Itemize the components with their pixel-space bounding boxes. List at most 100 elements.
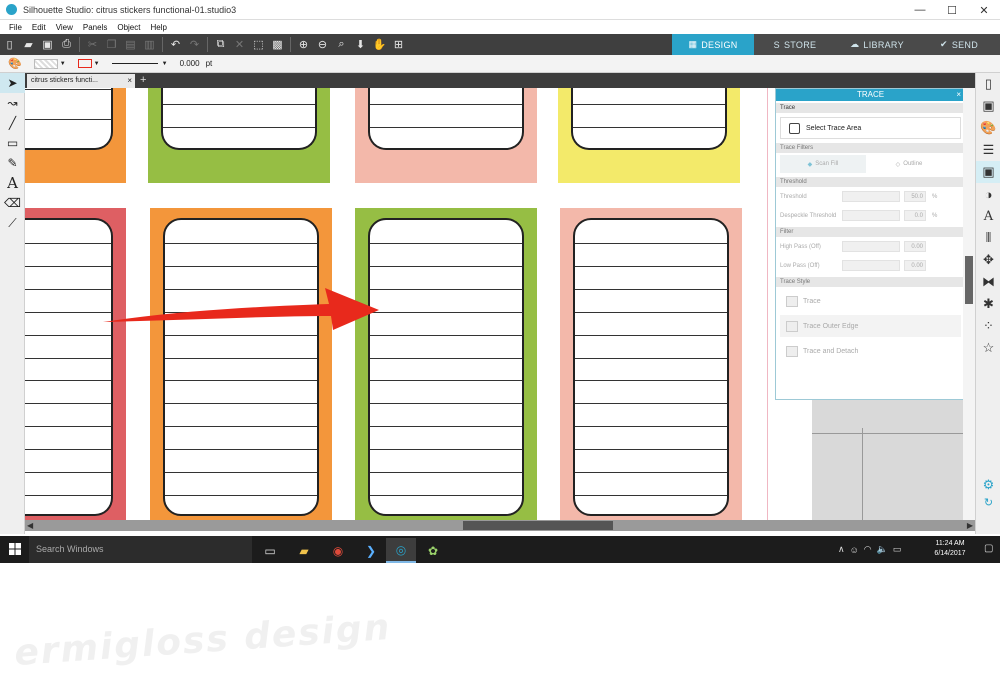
close-panel-icon[interactable]: × <box>956 89 961 101</box>
battery-icon[interactable]: ▭ <box>893 544 902 555</box>
vertical-scrollbar[interactable] <box>963 88 975 520</box>
minimize-button[interactable]: — <box>904 0 936 20</box>
powershell-icon[interactable]: ❯ <box>356 538 386 563</box>
menu-help[interactable]: Help <box>150 23 166 32</box>
volume-icon[interactable]: 🔈 <box>877 544 888 555</box>
undo-icon[interactable]: ↶ <box>166 35 185 54</box>
line-style-sample[interactable] <box>111 63 158 64</box>
despeckle-input[interactable]: 0.0 <box>904 210 926 221</box>
horizontal-scrollbar[interactable]: ◀ ▶ <box>25 520 975 531</box>
select-all-icon[interactable]: ⬚ <box>249 35 268 54</box>
copy-icon[interactable]: ❐ <box>102 35 121 54</box>
tab-design[interactable]: ▦ DESIGN <box>672 34 754 55</box>
tray-chevron-icon[interactable]: ∧ <box>838 544 845 555</box>
sticker-label[interactable] <box>25 88 126 183</box>
point-edit-icon[interactable]: ↝ <box>0 93 25 113</box>
pan-hand-icon[interactable]: ✋ <box>370 35 389 54</box>
trace-outer-edge-button[interactable]: Trace Outer Edge <box>780 315 961 337</box>
redo-icon[interactable]: ↷ <box>185 35 204 54</box>
high-pass-slider[interactable] <box>842 241 900 252</box>
knife-tool-icon[interactable]: ⟋ <box>0 213 25 233</box>
move-down-icon[interactable]: ⬇ <box>351 35 370 54</box>
sticker-label[interactable] <box>558 88 740 183</box>
sticker-label[interactable] <box>355 88 537 183</box>
settings-gear-icon[interactable]: ⚙ <box>976 474 1000 496</box>
deselect-icon[interactable]: ▩ <box>268 35 287 54</box>
tab-store[interactable]: S STORE <box>754 34 836 55</box>
registration-marks-icon[interactable]: ▣ <box>976 95 1000 117</box>
fit-page-icon[interactable]: ⊞ <box>389 35 408 54</box>
sticker-label[interactable] <box>355 208 537 520</box>
chrome-icon[interactable]: ◉ <box>323 538 353 563</box>
trace-panel-icon[interactable]: ▣ <box>976 161 1000 183</box>
windows-start-icon[interactable] <box>9 543 21 555</box>
chevron-down-icon[interactable]: ▼ <box>60 61 66 67</box>
print-icon[interactable]: ⎙ <box>57 35 76 54</box>
offset-icon[interactable]: ✱ <box>976 293 1000 315</box>
rectangle-tool-icon[interactable]: ▭ <box>0 133 25 153</box>
chevron-down-icon[interactable]: ▼ <box>94 61 100 67</box>
taskbar-search-input[interactable]: Search Windows <box>29 536 252 563</box>
menu-panels[interactable]: Panels <box>83 23 107 32</box>
select-trace-area-button[interactable]: Select Trace Area <box>780 117 961 139</box>
outline-option[interactable]: ◇ Outline <box>866 155 952 173</box>
tray-people-icon[interactable]: ☺ <box>850 545 859 555</box>
text-tool-icon[interactable]: A <box>0 173 25 193</box>
eraser-icon[interactable]: ⌫ <box>0 193 25 213</box>
page-setup-icon[interactable]: ▯ <box>976 73 1000 95</box>
paint-icon[interactable]: ✿ <box>418 538 448 563</box>
line-color-swatch[interactable] <box>77 59 92 68</box>
sticker-label[interactable] <box>560 208 742 520</box>
task-view-icon[interactable]: ▭ <box>255 538 285 563</box>
align-icon[interactable]: ⫴ <box>976 227 1000 249</box>
tab-library[interactable]: ☁ LIBRARY <box>836 34 918 55</box>
draw-pencil-icon[interactable]: ✎ <box>0 153 25 173</box>
refresh-icon[interactable]: ↻ <box>976 496 1000 509</box>
line-width-value[interactable]: 0.000 <box>180 59 200 68</box>
line-tool-icon[interactable]: ╱ <box>0 113 25 133</box>
menu-file[interactable]: File <box>9 23 22 32</box>
file-explorer-icon[interactable]: ▰ <box>289 538 319 563</box>
zoom-fit-icon[interactable]: ⌕ <box>332 35 351 54</box>
silhouette-studio-taskbar-icon[interactable]: ◎ <box>386 538 416 563</box>
modify-icon[interactable]: ⧓ <box>976 271 1000 293</box>
low-pass-input[interactable]: 0.00 <box>904 260 926 271</box>
group-icon[interactable]: ⧉ <box>211 35 230 54</box>
fill-pattern-swatch[interactable] <box>33 58 58 69</box>
transparency-icon[interactable]: ◑ <box>976 183 1000 205</box>
favorites-star-icon[interactable]: ☆ <box>976 337 1000 359</box>
zoom-in-icon[interactable]: ⊕ <box>294 35 313 54</box>
close-tab-icon[interactable]: × <box>127 74 132 88</box>
trace-button[interactable]: Trace <box>780 290 961 312</box>
zoom-out-icon[interactable]: ⊖ <box>313 35 332 54</box>
transform-icon[interactable]: ✥ <box>976 249 1000 271</box>
delete-icon[interactable]: ▥ <box>140 35 159 54</box>
text-style-icon[interactable]: A <box>976 205 1000 227</box>
horizontal-scroll-thumb[interactable] <box>463 521 613 530</box>
low-pass-slider[interactable] <box>842 260 900 271</box>
trace-and-detach-button[interactable]: Trace and Detach <box>780 340 961 362</box>
select-arrow-icon[interactable]: ➤ <box>0 73 25 93</box>
menu-edit[interactable]: Edit <box>32 23 46 32</box>
add-tab-icon[interactable]: + <box>140 73 146 87</box>
document-tab[interactable]: citrus stickers functi... × <box>27 74 135 88</box>
chevron-down-icon[interactable]: ▼ <box>162 61 168 67</box>
cut-icon[interactable]: ✂ <box>83 35 102 54</box>
palette-icon[interactable]: 🎨 <box>8 57 22 70</box>
fill-color-icon[interactable]: 🎨 <box>976 117 1000 139</box>
vertical-scroll-thumb[interactable] <box>965 256 973 304</box>
sticker-label[interactable] <box>25 208 126 520</box>
close-window-button[interactable]: ✕ <box>968 0 1000 20</box>
replicate-icon[interactable]: ⁘ <box>976 315 1000 337</box>
threshold-input[interactable]: 50.0 <box>904 191 926 202</box>
threshold-slider[interactable] <box>842 191 900 202</box>
notification-center-icon[interactable]: ▢ <box>984 543 993 554</box>
menu-object[interactable]: Object <box>117 23 140 32</box>
scroll-right-icon[interactable]: ▶ <box>967 520 973 531</box>
scroll-left-icon[interactable]: ◀ <box>27 520 33 531</box>
wifi-icon[interactable]: ◠ <box>864 544 872 555</box>
scan-fill-option[interactable]: ◆ Scan Fill <box>780 155 866 173</box>
line-style-icon[interactable]: ☰ <box>976 139 1000 161</box>
menu-view[interactable]: View <box>56 23 73 32</box>
high-pass-input[interactable]: 0.00 <box>904 241 926 252</box>
